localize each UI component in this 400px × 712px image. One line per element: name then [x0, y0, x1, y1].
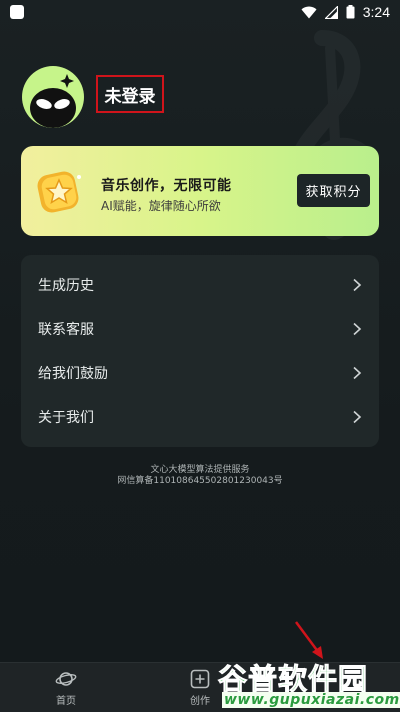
battery-icon — [346, 5, 355, 19]
status-time: 3:24 — [362, 4, 390, 20]
chevron-right-icon — [353, 410, 362, 424]
wifi-icon — [301, 6, 317, 18]
menu-item-support[interactable]: 联系客服 — [21, 307, 379, 351]
nav-home[interactable]: 首页 — [36, 669, 96, 707]
status-icons: 3:24 — [301, 4, 390, 20]
watermark-url: www.gupuxiazai.com — [222, 692, 400, 708]
chevron-right-icon — [353, 366, 362, 380]
menu-item-label: 关于我们 — [38, 410, 94, 426]
menu-item-history[interactable]: 生成历史 — [21, 263, 379, 307]
plus-square-icon — [190, 669, 210, 689]
menu-item-about[interactable]: 关于我们 — [21, 395, 379, 439]
promo-title: 音乐创作，无限可能 — [101, 178, 232, 194]
nav-home-label: 首页 — [56, 696, 76, 707]
avatar[interactable] — [22, 66, 84, 128]
menu-item-label: 联系客服 — [38, 322, 94, 338]
status-bar: 3:24 — [0, 0, 400, 24]
get-points-button[interactable]: 获取积分 — [297, 174, 370, 207]
watermark: 谷普软件园 www.gupuxiazai.com — [217, 656, 400, 712]
algorithm-service-note: 文心大模型算法提供服务 — [150, 465, 250, 475]
menu-item-encourage[interactable]: 给我们鼓励 — [21, 351, 379, 395]
promo-subtitle: AI赋能，旋律随心所欲 — [101, 199, 221, 213]
menu-item-label: 生成历史 — [38, 278, 94, 294]
settings-menu: 生成历史 联系客服 给我们鼓励 关于我们 — [21, 255, 379, 447]
planet-icon — [55, 672, 77, 686]
record-number: 网信算备110108645502801230043号 — [117, 476, 283, 486]
alien-avatar-icon — [30, 74, 76, 128]
login-status-label: 未登录 — [104, 86, 156, 107]
signal-icon — [324, 5, 338, 19]
menu-item-label: 给我们鼓励 — [38, 366, 108, 382]
chevron-right-icon — [353, 322, 362, 336]
profile-page: 3:24 未登录 音乐创作，无限可能 AI赋能，旋律随心所欲 获取积分 生成历史… — [0, 0, 400, 712]
app-icon — [10, 5, 24, 19]
nav-create-label: 创作 — [190, 696, 210, 707]
star-coin-icon — [37, 171, 81, 213]
login-status[interactable]: 未登录 — [96, 75, 164, 113]
chevron-right-icon — [353, 278, 362, 292]
promo-banner[interactable]: 音乐创作，无限可能 AI赋能，旋律随心所欲 获取积分 — [21, 146, 379, 236]
